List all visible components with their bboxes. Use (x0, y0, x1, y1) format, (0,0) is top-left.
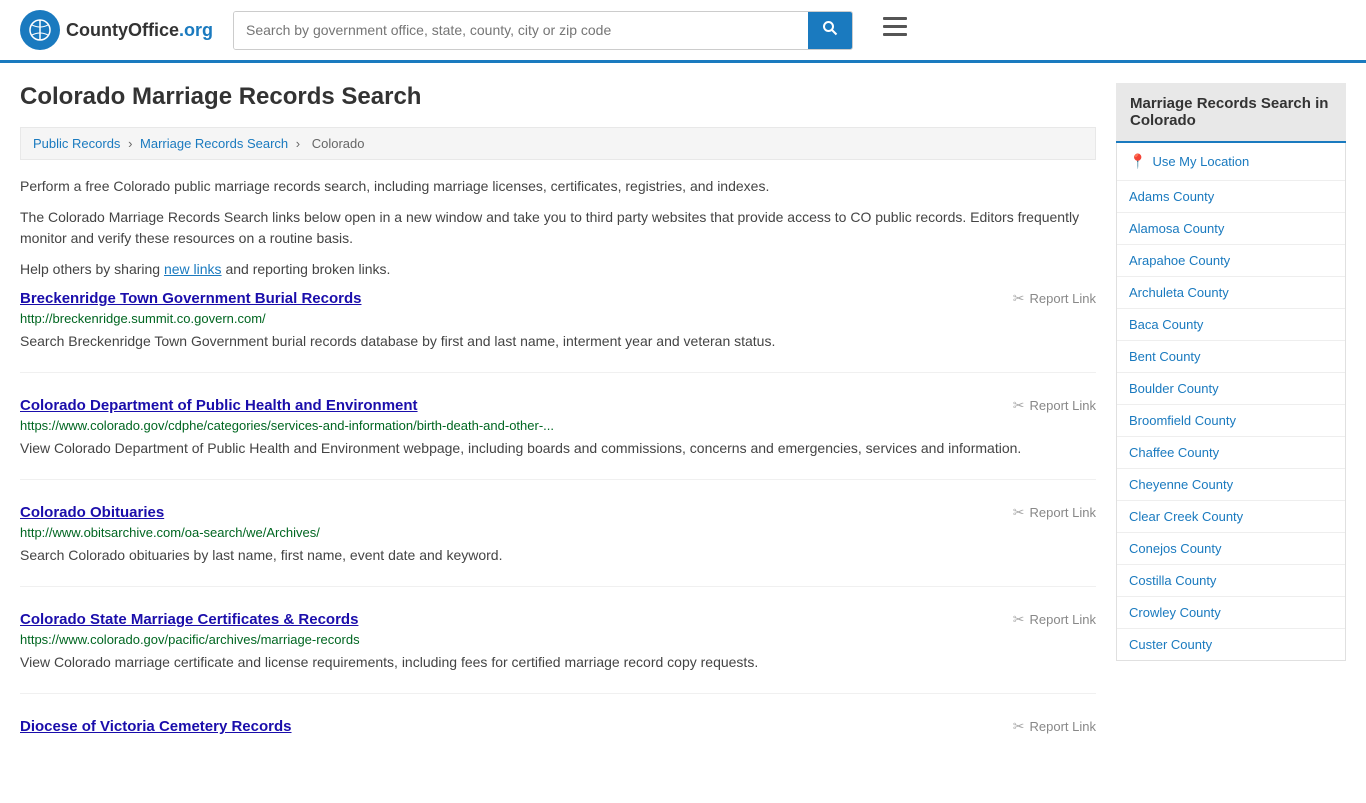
site-header: CountyOffice.org (0, 0, 1366, 63)
report-link-button[interactable]: ✂ Report Link (1013, 290, 1096, 307)
record-title[interactable]: Colorado Obituaries (20, 504, 164, 521)
sidebar-county-item[interactable]: Costilla County (1117, 565, 1345, 597)
report-icon: ✂ (1013, 290, 1025, 307)
sidebar-county-item[interactable]: Clear Creek County (1117, 501, 1345, 533)
record-description: View Colorado Department of Public Healt… (20, 438, 1096, 459)
record-url[interactable]: https://www.colorado.gov/pacific/archive… (20, 632, 1096, 647)
sidebar-county-item[interactable]: Archuleta County (1117, 277, 1345, 309)
sidebar-county-item[interactable]: Baca County (1117, 309, 1345, 341)
report-icon: ✂ (1013, 397, 1025, 414)
menu-button[interactable] (883, 17, 907, 43)
logo-text: CountyOffice.org (66, 20, 213, 41)
search-bar (233, 11, 853, 50)
sidebar: Marriage Records Search in Colorado 📍 Us… (1116, 83, 1346, 783)
record-title[interactable]: Colorado Department of Public Health and… (20, 397, 418, 414)
report-icon: ✂ (1013, 611, 1025, 628)
page-title: Colorado Marriage Records Search (20, 83, 1096, 111)
record-header: Colorado Department of Public Health and… (20, 397, 1096, 414)
breadcrumb-public-records[interactable]: Public Records (33, 136, 120, 151)
sidebar-county-item[interactable]: Cheyenne County (1117, 469, 1345, 501)
report-link-button[interactable]: ✂ Report Link (1013, 504, 1096, 521)
record-url[interactable]: http://breckenridge.summit.co.govern.com… (20, 311, 1096, 326)
sidebar-county-item[interactable]: Boulder County (1117, 373, 1345, 405)
sidebar-county-item[interactable]: Conejos County (1117, 533, 1345, 565)
sidebar-header: Marriage Records Search in Colorado (1116, 83, 1346, 143)
sidebar-county-item[interactable]: Bent County (1117, 341, 1345, 373)
report-link-button[interactable]: ✂ Report Link (1013, 397, 1096, 414)
report-icon: ✂ (1013, 718, 1025, 735)
report-icon: ✂ (1013, 504, 1025, 521)
record-item: Colorado Department of Public Health and… (20, 397, 1096, 480)
intro-paragraph-1: Perform a free Colorado public marriage … (20, 176, 1096, 197)
main-container: Colorado Marriage Records Search Public … (0, 63, 1366, 803)
record-description: View Colorado marriage certificate and l… (20, 652, 1096, 673)
report-link-button[interactable]: ✂ Report Link (1013, 611, 1096, 628)
logo-icon (20, 10, 60, 50)
logo[interactable]: CountyOffice.org (20, 10, 213, 50)
breadcrumb: Public Records › Marriage Records Search… (20, 127, 1096, 160)
sidebar-county-item[interactable]: Adams County (1117, 181, 1345, 213)
record-header: Breckenridge Town Government Burial Reco… (20, 290, 1096, 307)
sidebar-county-item[interactable]: Chaffee County (1117, 437, 1345, 469)
record-description: Search Colorado obituaries by last name,… (20, 545, 1096, 566)
sidebar-list: 📍 Use My Location Adams CountyAlamosa Co… (1116, 143, 1346, 661)
breadcrumb-colorado: Colorado (312, 136, 365, 151)
record-url[interactable]: http://www.obitsarchive.com/oa-search/we… (20, 525, 1096, 540)
sidebar-county-item[interactable]: Crowley County (1117, 597, 1345, 629)
search-button[interactable] (808, 12, 852, 49)
new-links-link[interactable]: new links (164, 261, 222, 277)
record-item: Colorado State Marriage Certificates & R… (20, 611, 1096, 694)
search-input[interactable] (234, 12, 808, 49)
record-item: Diocese of Victoria Cemetery Records ✂ R… (20, 718, 1096, 759)
sidebar-county-item[interactable]: Broomfield County (1117, 405, 1345, 437)
use-my-location[interactable]: 📍 Use My Location (1117, 143, 1345, 181)
sidebar-county-item[interactable]: Arapahoe County (1117, 245, 1345, 277)
location-pin-icon: 📍 (1129, 153, 1146, 170)
record-title[interactable]: Breckenridge Town Government Burial Reco… (20, 290, 361, 307)
intro-paragraph-2: The Colorado Marriage Records Search lin… (20, 207, 1096, 249)
record-title[interactable]: Colorado State Marriage Certificates & R… (20, 611, 358, 628)
sidebar-county-item[interactable]: Custer County (1117, 629, 1345, 660)
records-list: Breckenridge Town Government Burial Reco… (20, 290, 1096, 759)
report-link-button[interactable]: ✂ Report Link (1013, 718, 1096, 735)
record-item: Colorado Obituaries ✂ Report Link http:/… (20, 504, 1096, 587)
content-area: Colorado Marriage Records Search Public … (20, 83, 1096, 783)
record-item: Breckenridge Town Government Burial Reco… (20, 290, 1096, 373)
intro-paragraph-3: Help others by sharing new links and rep… (20, 259, 1096, 280)
sidebar-county-item[interactable]: Alamosa County (1117, 213, 1345, 245)
record-title[interactable]: Diocese of Victoria Cemetery Records (20, 718, 292, 735)
record-header: Colorado Obituaries ✂ Report Link (20, 504, 1096, 521)
record-url[interactable]: https://www.colorado.gov/cdphe/categorie… (20, 418, 1096, 433)
record-header: Diocese of Victoria Cemetery Records ✂ R… (20, 718, 1096, 735)
record-description: Search Breckenridge Town Government buri… (20, 331, 1096, 352)
breadcrumb-marriage-records-search[interactable]: Marriage Records Search (140, 136, 288, 151)
record-header: Colorado State Marriage Certificates & R… (20, 611, 1096, 628)
